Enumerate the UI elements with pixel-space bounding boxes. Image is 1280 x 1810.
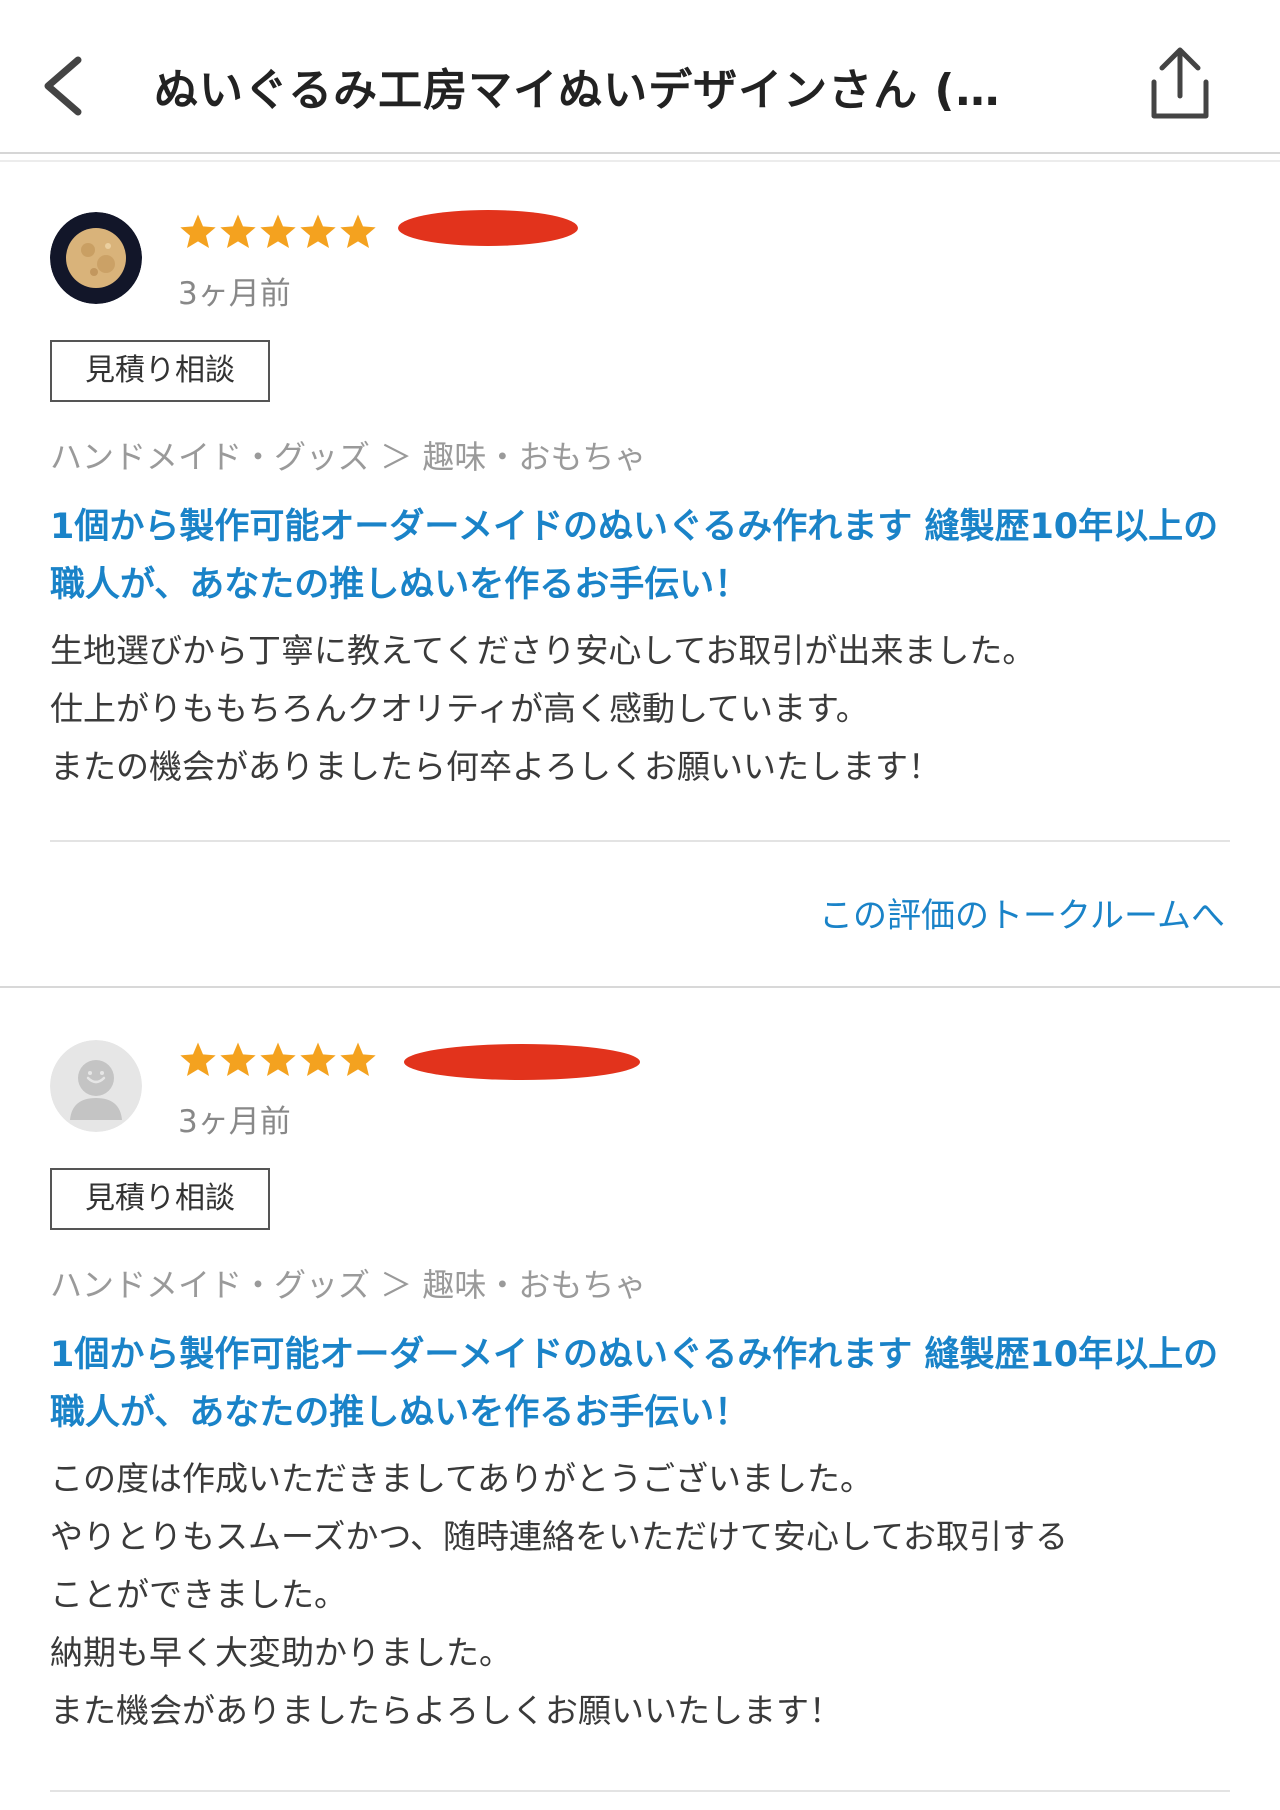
comment-line: やりとりもスムーズかつ、随時連絡をいただけて安心してお取引する <box>50 1517 1069 1556</box>
star-icon <box>338 212 378 252</box>
comment-line: この度は作成いただきましてありがとうございました。 <box>50 1459 874 1498</box>
review-comment: この度は作成いただきましてありがとうございました。 やりとりもスムーズかつ、随時… <box>50 1450 1240 1740</box>
review-card: 3ヶ月前 見積り相談 ハンドメイド・グッズ ＞ 趣味・おもちゃ 1個から製作可能… <box>0 176 1280 988</box>
comment-line: ことができました。 <box>50 1575 347 1614</box>
service-title-link[interactable]: 1個から製作可能オーダーメイドのぬいぐるみ作れます 縫製歴10年以上の職人が、あ… <box>50 498 1230 614</box>
divider <box>50 840 1230 842</box>
share-icon <box>1151 47 1209 119</box>
comment-line: 生地選びから丁寧に教えてくださり安心してお取引が出来ました。 <box>50 631 1036 670</box>
star-icon <box>218 212 258 252</box>
avatar[interactable] <box>50 1040 142 1132</box>
redacted-username <box>404 1044 640 1080</box>
review-comment: 生地選びから丁寧に教えてくださり安心してお取引が出来ました。 仕上がりももちろん… <box>50 622 1240 796</box>
full-moon-avatar-icon <box>50 212 142 304</box>
star-icon <box>178 212 218 252</box>
star-icon <box>298 212 338 252</box>
service-type-tag: 見積り相談 <box>50 340 270 402</box>
comment-line: 仕上がりももちろんクオリティが高く感動しています。 <box>50 689 869 728</box>
share-button[interactable] <box>1140 44 1220 124</box>
redacted-username <box>398 210 578 246</box>
talkroom-link[interactable]: この評価のトークルームへ <box>819 888 1225 937</box>
star-icon <box>298 1040 338 1080</box>
rating-stars <box>178 212 378 256</box>
service-type-tag: 見積り相談 <box>50 1168 270 1230</box>
app-header: ぬいぐるみ工房マイぬいデザインさん (… <box>0 0 1280 162</box>
star-icon <box>258 212 298 252</box>
service-title-link[interactable]: 1個から製作可能オーダーメイドのぬいぐるみ作れます 縫製歴10年以上の職人が、あ… <box>50 1326 1230 1442</box>
star-icon <box>258 1040 298 1080</box>
review-time: 3ヶ月前 <box>178 276 291 312</box>
divider <box>50 1790 1230 1792</box>
review-time: 3ヶ月前 <box>178 1104 291 1140</box>
chevron-left-icon <box>44 56 82 116</box>
back-button[interactable] <box>30 46 100 126</box>
comment-line: また機会がありましたらよろしくお願いいたします！ <box>50 1691 842 1730</box>
avatar[interactable] <box>50 212 142 304</box>
review-card: 3ヶ月前 見積り相談 ハンドメイド・グッズ ＞ 趣味・おもちゃ 1個から製作可能… <box>0 1004 1280 1810</box>
rating-stars <box>178 1040 378 1084</box>
comment-line: またの機会がありましたら何卒よろしくお願いいたします！ <box>50 747 941 786</box>
star-icon <box>218 1040 258 1080</box>
comment-line: 納期も早く大変助かりました。 <box>50 1633 512 1672</box>
star-icon <box>338 1040 378 1080</box>
page-title: ぬいぐるみ工房マイぬいデザインさん (… <box>154 65 1001 116</box>
default-user-avatar-icon <box>50 1040 142 1132</box>
category-breadcrumb: ハンドメイド・グッズ ＞ 趣味・おもちゃ <box>50 1266 647 1304</box>
star-icon <box>178 1040 218 1080</box>
category-breadcrumb: ハンドメイド・グッズ ＞ 趣味・おもちゃ <box>50 438 647 476</box>
